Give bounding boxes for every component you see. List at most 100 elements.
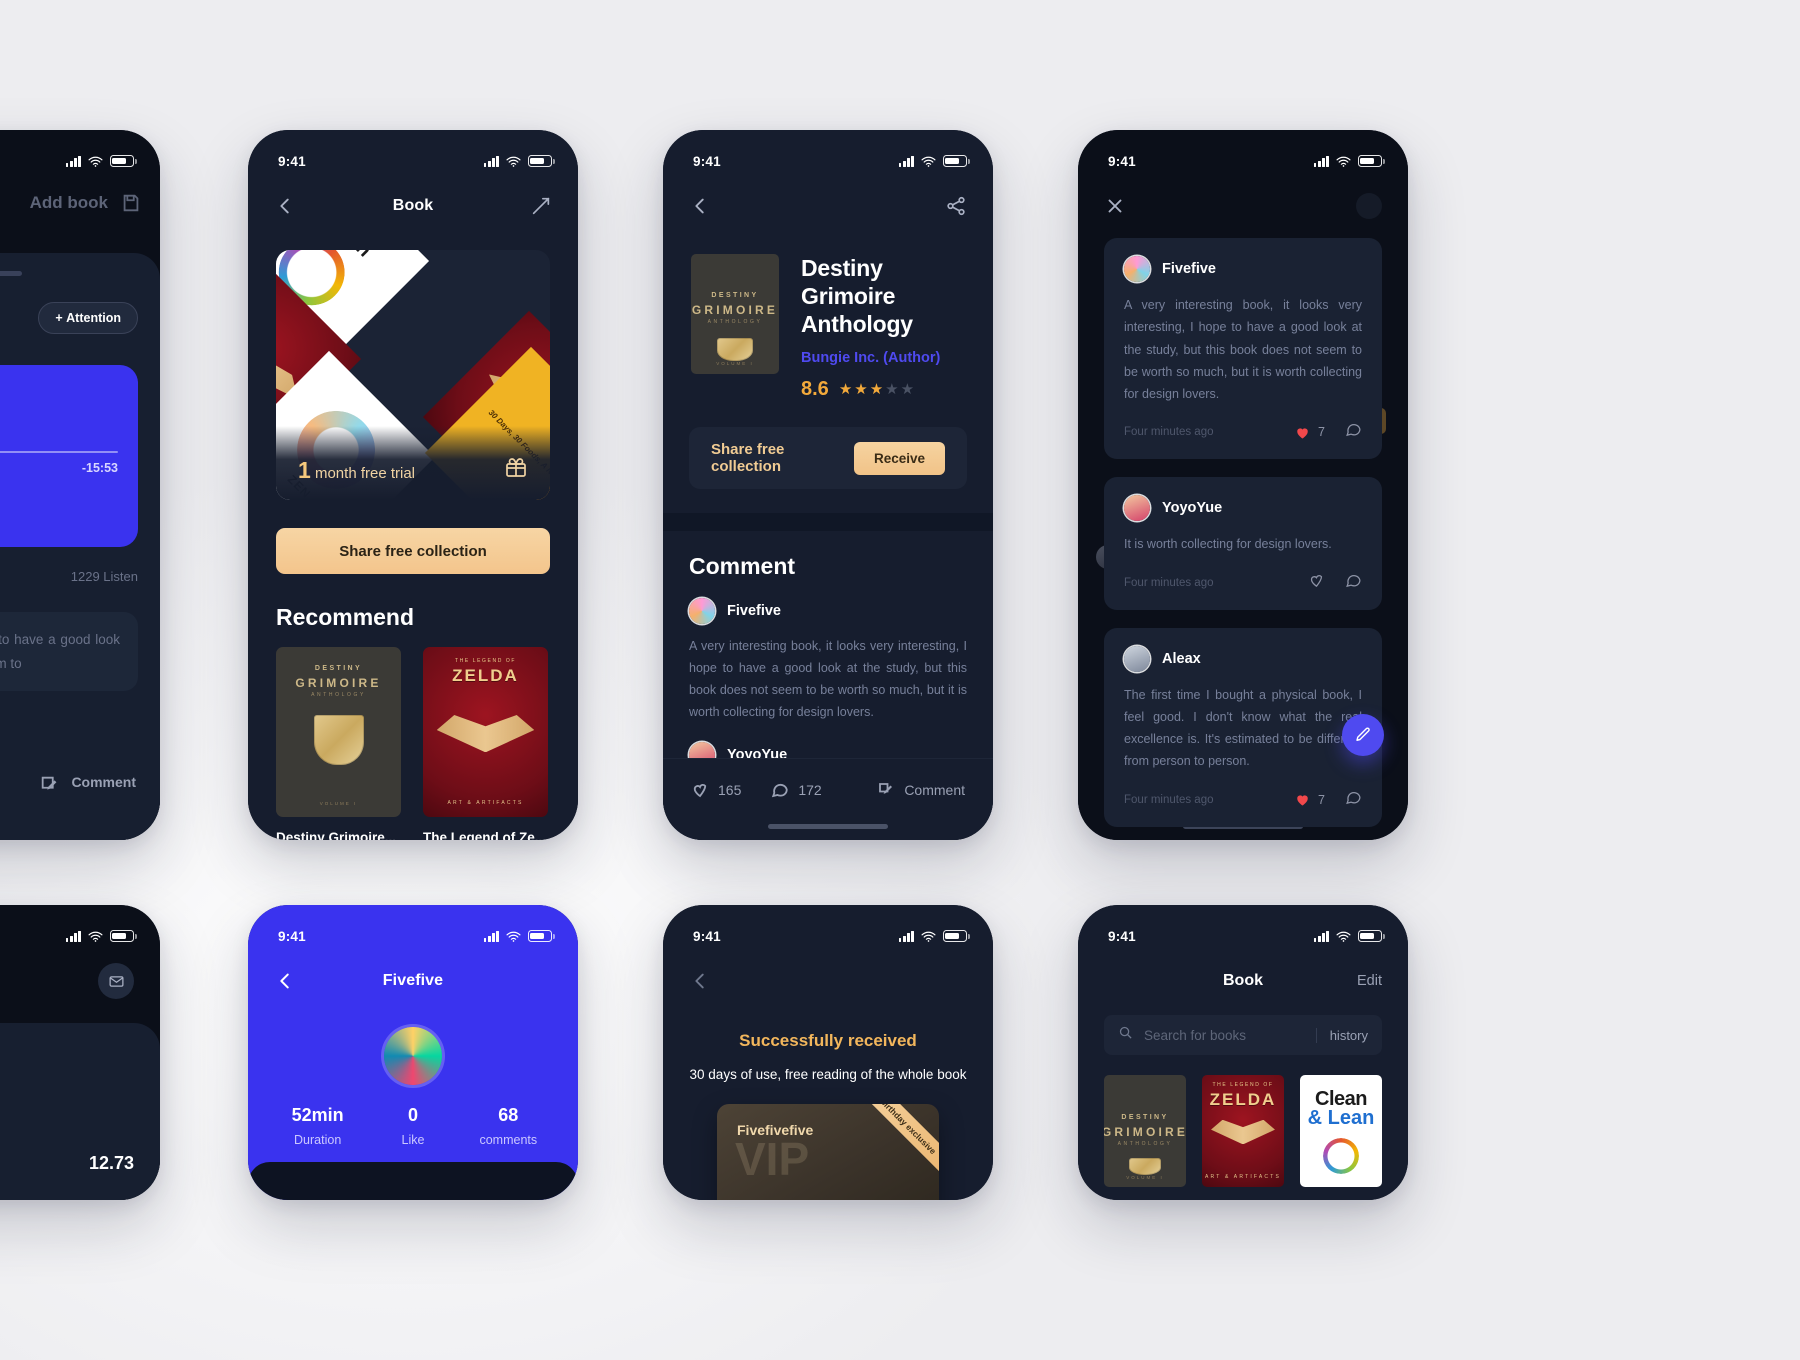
share-icon[interactable] [945, 195, 967, 217]
like-action[interactable]: 165 [691, 781, 741, 799]
status-bar: 9:41 [0, 905, 160, 953]
book-author[interactable]: Bungie Inc. (Author) [801, 350, 965, 366]
comment-card-head: Aleax [1124, 645, 1362, 672]
promo-label: month free trial [314, 465, 416, 482]
status-time: 9:41 [278, 928, 306, 944]
wifi-icon [921, 156, 936, 167]
rating-stars: ★ ★ ★ ★ ★ [839, 382, 914, 397]
library-shelf: DESTINY GRIMOIRE ANTHOLOGY VOLUME I THE LEG… [1078, 1055, 1408, 1187]
book-cover-zelda[interactable]: THE LEGEND OF ZELDA ART & ARTIFACTS [1202, 1075, 1284, 1187]
attention-label: Attention [66, 311, 121, 325]
signal-icon [898, 155, 914, 167]
comment-author[interactable]: Fivefive [689, 598, 967, 625]
book-cover-destiny[interactable]: DESTINY GRIMOIRE ANTHOLOGY VOLUME I [1104, 1075, 1186, 1187]
phone-profile: 9:41 Fivefive 52min Duration 0 Like 68 c… [248, 905, 578, 1200]
status-bar: 9:41 [1078, 130, 1408, 178]
page-title: Book [392, 197, 434, 214]
comment-time: Four minutes ago [1124, 576, 1214, 589]
section-divider [663, 513, 993, 532]
comment-card[interactable]: YoyoYue It is worth collecting for desig… [1104, 477, 1382, 610]
nav-bar: Fivefive [248, 953, 578, 1009]
sheet-grabber[interactable] [0, 271, 22, 276]
comment-card[interactable]: Aleax The first time I bought a physical… [1104, 627, 1382, 827]
signal-icon [1313, 155, 1329, 167]
avatar[interactable] [384, 1027, 442, 1085]
status-indicators [65, 155, 137, 167]
mail-icon[interactable] [98, 963, 134, 999]
like-button[interactable]: 7 [1294, 791, 1325, 808]
profile-label: rofile [0, 1113, 136, 1128]
back-button[interactable] [274, 195, 296, 217]
nav-bar [663, 178, 993, 234]
comment-actions [1308, 572, 1362, 594]
write-comment-label: Comment [904, 782, 965, 798]
vip-card[interactable]: Birthday exclusive Fivefivefive VIP [717, 1104, 939, 1200]
book-cover-clean[interactable]: Clean & Lean [1300, 1075, 1382, 1187]
search-input[interactable]: Search for books [1144, 1028, 1305, 1043]
comment-card[interactable]: Fivefive A very interesting book, it loo… [1104, 238, 1382, 460]
reply-button[interactable] [1345, 572, 1362, 594]
comment-bar[interactable]: Comment [0, 752, 160, 840]
comment-card-foot: Four minutes ago 7 [1124, 421, 1362, 443]
star-icon: ★ [838, 381, 853, 399]
status-bar: 9:41 [248, 905, 578, 953]
recommend-card[interactable]: THE LEGEND OF ZELDA ART & ARTIFACTS The Le… [423, 647, 548, 840]
status-bar: 9:41 [1078, 905, 1408, 953]
back-button[interactable] [274, 970, 296, 992]
promo-number: 1 [298, 457, 311, 483]
edit-button[interactable]: Edit [1357, 973, 1382, 989]
signal-icon [65, 930, 81, 942]
comment-count-action[interactable]: 172 [771, 781, 822, 799]
reply-button[interactable] [1345, 789, 1362, 811]
add-book-button[interactable]: Add book [0, 178, 160, 228]
like-button[interactable]: 7 [1294, 424, 1325, 441]
write-comment-fab[interactable] [1342, 714, 1384, 756]
wifi-icon [921, 931, 936, 942]
stat-duration: 52min Duration [270, 1105, 365, 1147]
edit-nav-icon[interactable] [530, 195, 552, 217]
player-progress[interactable] [0, 451, 118, 453]
stat-comments: 68 comments [461, 1105, 556, 1147]
status-indicators [1313, 930, 1385, 942]
comment-heading: Comment [689, 553, 796, 580]
close-button[interactable] [1104, 195, 1126, 217]
player-subtitle: (with master chea...) [0, 385, 118, 400]
rating-row: 8.6 ★ ★ ★ ★ ★ [801, 378, 965, 401]
wifi-icon [1336, 156, 1351, 167]
save-icon[interactable] [120, 192, 142, 214]
attention-button[interactable]: + Attention [38, 302, 138, 334]
avatar-ghost [1356, 193, 1382, 219]
status-time: 9:41 [693, 928, 721, 944]
search-bar[interactable]: Search for books history [1104, 1015, 1382, 1055]
recommend-row-1: DESTINY GRIMOIRE ANTHOLOGY VOLUME I Destiny… [248, 647, 578, 840]
battery-icon [1358, 155, 1385, 167]
promo-text: 1 month free trial [298, 457, 415, 484]
avatar [1124, 495, 1150, 522]
search-history-button[interactable]: history [1315, 1027, 1368, 1043]
comment-count: 172 [798, 782, 822, 798]
gift-icon [504, 455, 528, 484]
back-button[interactable] [689, 970, 711, 992]
battery-icon [943, 930, 970, 942]
receive-button[interactable]: Receive [853, 441, 945, 475]
book-title: Destiny Grimoire Anthology [801, 255, 913, 338]
profile-sheet: rofile 12.73 [0, 1023, 160, 1200]
write-comment-action[interactable]: Comment [877, 781, 965, 799]
comment-author-name: Aleax [1162, 650, 1201, 667]
signal-icon [1313, 930, 1329, 942]
status-bar: 9:41 [663, 130, 993, 178]
comment-author-name: YoyoYue [1162, 500, 1223, 517]
status-indicators [1313, 155, 1385, 167]
star-icon: ★ [885, 381, 899, 399]
status-indicators [898, 930, 970, 942]
reply-button[interactable] [1345, 421, 1362, 443]
recommend-card[interactable]: DESTINY GRIMOIRE ANTHOLOGY VOLUME I Destiny… [276, 647, 401, 840]
like-button[interactable] [1308, 572, 1325, 594]
stat-value: 68 [498, 1105, 519, 1125]
profile-number: 12.73 [88, 1153, 134, 1173]
back-button[interactable] [689, 195, 711, 217]
promo-banner[interactable]: Clean ART & ARTIFACTS DESTINYGRIMOIREANT… [276, 250, 550, 500]
book-cover-destiny[interactable]: DESTINY GRIMOIRE ANTHOLOGY VOLUME I [691, 254, 779, 374]
wifi-icon [506, 931, 521, 942]
share-free-collection-button[interactable]: Share free collection [276, 528, 550, 574]
